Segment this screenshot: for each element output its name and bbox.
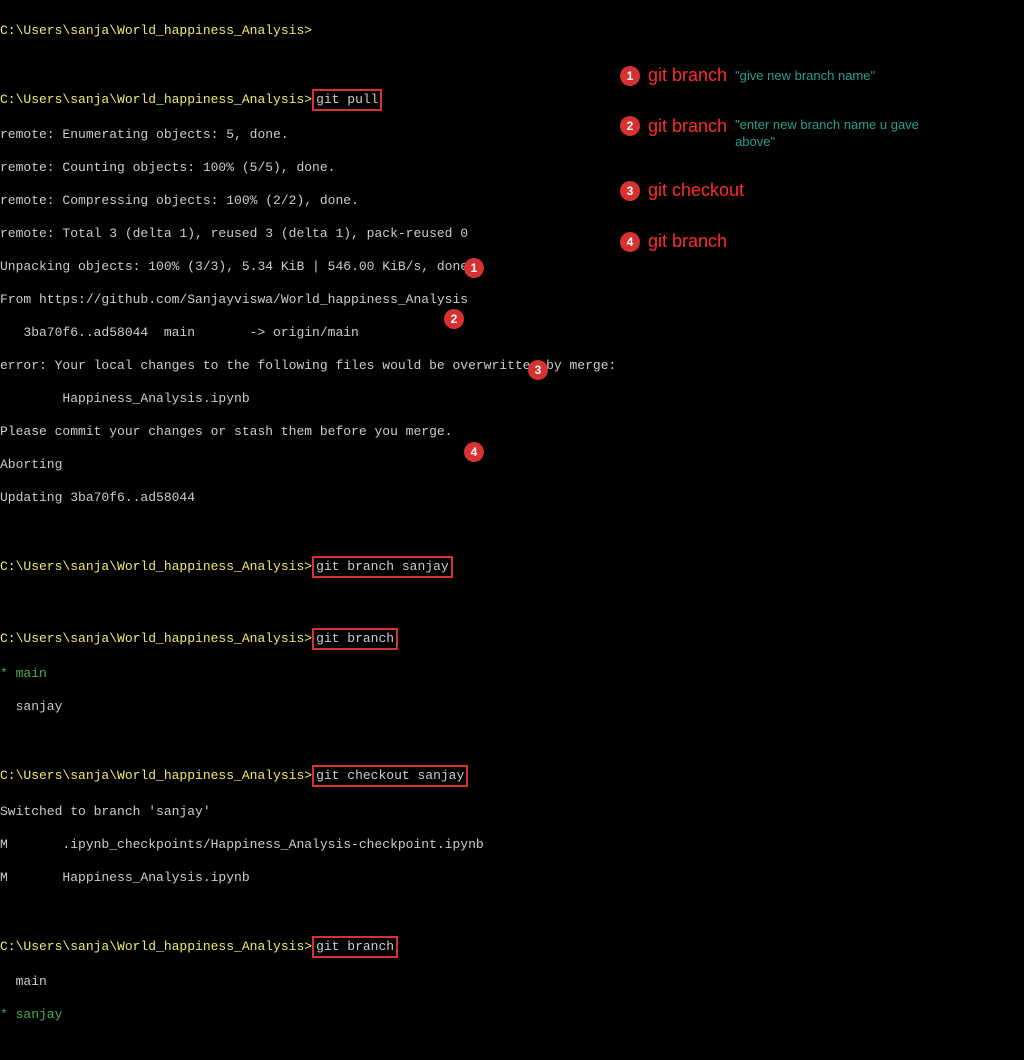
empty-line bbox=[0, 903, 1024, 920]
anno-badge-3: 3 bbox=[620, 181, 640, 201]
empty-line bbox=[0, 523, 1024, 540]
prompt-line[interactable]: C:\Users\sanja\World_happiness_Analysis> bbox=[0, 23, 1024, 40]
anno-badge-4: 4 bbox=[620, 232, 640, 252]
empty-line bbox=[0, 732, 1024, 749]
inline-badge-1: 1 bbox=[464, 258, 484, 278]
cmd-branch-create: git branch sanjay bbox=[312, 556, 453, 578]
output-line: Please commit your changes or stash them… bbox=[0, 424, 1024, 441]
annotation-row-2: 2 git branch "enter new branch name u ga… bbox=[620, 116, 920, 150]
output-line: From https://github.com/Sanjayviswa/Worl… bbox=[0, 292, 1024, 309]
annotation-legend: 1 git branch "give new branch name" 2 gi… bbox=[620, 65, 920, 282]
inline-badge-3: 3 bbox=[528, 360, 548, 380]
output-line: Aborting bbox=[0, 457, 1024, 474]
output-line: M Happiness_Analysis.ipynb bbox=[0, 870, 1024, 887]
prompt: C:\Users\sanja\World_happiness_Analysis> bbox=[0, 559, 312, 574]
anno-cmd-3: git checkout bbox=[648, 180, 744, 201]
annotation-row-3: 3 git checkout bbox=[620, 180, 920, 201]
output-line: Switched to branch 'sanjay' bbox=[0, 804, 1024, 821]
inline-badge-4: 4 bbox=[464, 442, 484, 462]
branch-item: sanjay bbox=[0, 699, 1024, 716]
cmd-branch-list-1: git branch bbox=[312, 628, 398, 650]
anno-hint-2: "enter new branch name u gave above" bbox=[735, 116, 920, 150]
prompt: C:\Users\sanja\World_happiness_Analysis> bbox=[0, 768, 312, 783]
output-line: 3ba70f6..ad58044 main -> origin/main bbox=[0, 325, 1024, 342]
annotation-row-4: 4 git branch bbox=[620, 231, 920, 252]
empty-line bbox=[0, 1040, 1024, 1057]
prompt: C:\Users\sanja\World_happiness_Analysis> bbox=[0, 939, 312, 954]
anno-badge-2: 2 bbox=[620, 116, 640, 136]
anno-hint-1: "give new branch name" bbox=[735, 67, 875, 84]
branch-item: main bbox=[0, 974, 1024, 991]
anno-cmd-1: git branch bbox=[648, 65, 727, 86]
empty-line bbox=[0, 595, 1024, 612]
branch-active: * sanjay bbox=[0, 1007, 1024, 1024]
cmd-branch-list-2: git branch bbox=[312, 936, 398, 958]
inline-badge-2: 2 bbox=[444, 309, 464, 329]
anno-badge-1: 1 bbox=[620, 66, 640, 86]
prompt: C:\Users\sanja\World_happiness_Analysis> bbox=[0, 92, 312, 107]
cmd-checkout: git checkout sanjay bbox=[312, 765, 468, 787]
branch-active: * main bbox=[0, 666, 1024, 683]
output-line: Updating 3ba70f6..ad58044 bbox=[0, 490, 1024, 507]
output-line: M .ipynb_checkpoints/Happiness_Analysis-… bbox=[0, 837, 1024, 854]
annotation-row-1: 1 git branch "give new branch name" bbox=[620, 65, 920, 86]
output-line: error: Your local changes to the followi… bbox=[0, 358, 1024, 375]
anno-cmd-2: git branch bbox=[648, 116, 727, 137]
anno-cmd-4: git branch bbox=[648, 231, 727, 252]
cmd-git-pull: git pull bbox=[312, 89, 382, 111]
output-line: Happiness_Analysis.ipynb bbox=[0, 391, 1024, 408]
prompt: C:\Users\sanja\World_happiness_Analysis> bbox=[0, 631, 312, 646]
